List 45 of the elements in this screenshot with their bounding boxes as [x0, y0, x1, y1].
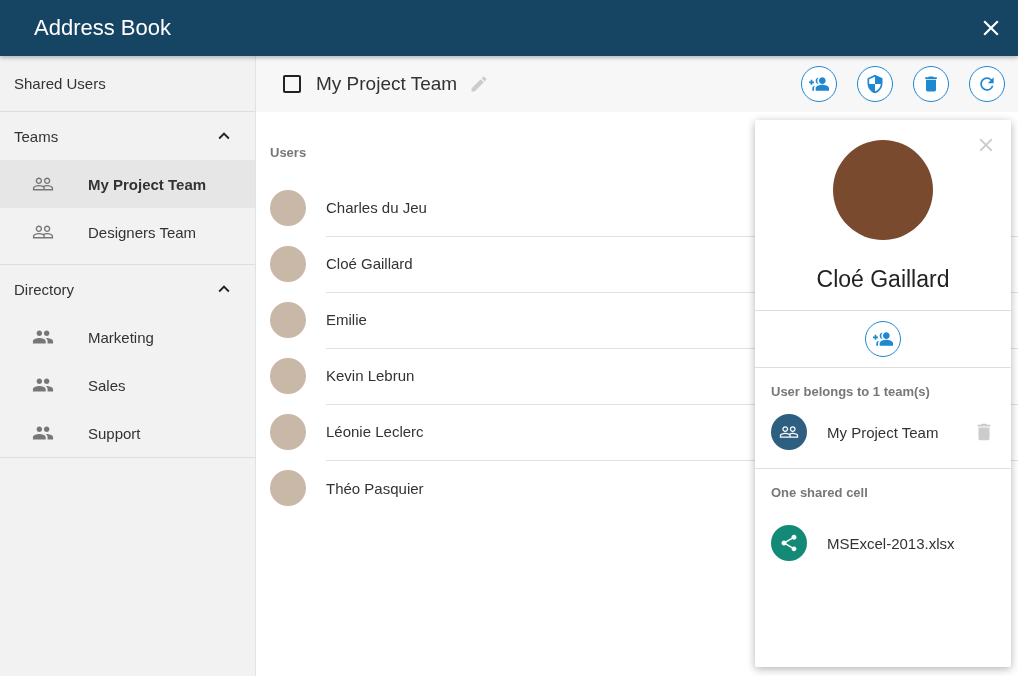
item-label: Sales: [88, 376, 126, 394]
teams-heading: User belongs to 1 team(s): [770, 383, 931, 401]
user-name[interactable]: Emilie: [326, 311, 367, 328]
checkbox[interactable]: [280, 72, 304, 96]
sidebar-item[interactable]: Support: [0, 409, 255, 457]
user-name[interactable]: Théo Pasquier: [326, 479, 424, 497]
avatar: [270, 246, 306, 282]
add-people-icon: [873, 329, 893, 349]
add-people-icon: [809, 74, 829, 94]
item-label: Designers Team: [88, 223, 197, 241]
refresh-icon: [977, 74, 997, 94]
section-title: Teams: [14, 127, 59, 145]
user-name: Cloé Gaillard: [815, 265, 951, 294]
users-heading: Users: [270, 143, 307, 162]
cell-name[interactable]: MSExcel-2013.xlsx: [827, 534, 995, 552]
user-name[interactable]: Charles du Jeu: [326, 199, 427, 216]
avatar: [270, 190, 306, 226]
delete-button[interactable]: [913, 66, 949, 102]
sidebar-item[interactable]: Designers Team: [0, 208, 255, 256]
item-label: My Project Team: [88, 175, 207, 193]
sidebar-item[interactable]: My Project Team: [0, 160, 255, 208]
item-label: Marketing: [88, 328, 154, 346]
shield-button[interactable]: [857, 66, 893, 102]
refresh-button[interactable]: [969, 66, 1005, 102]
user-name[interactable]: Cloé Gaillard: [326, 255, 413, 272]
user-name[interactable]: Kevin Lebrun: [326, 367, 415, 384]
avatar: [270, 358, 306, 394]
team-icon: [771, 414, 807, 450]
share-icon: [771, 525, 807, 561]
avatar: [270, 414, 306, 450]
team-title: My Project Team: [316, 73, 458, 95]
sidebar-item[interactable]: Shared Users: [0, 56, 255, 112]
sidebar-item[interactable]: Sales: [0, 361, 255, 409]
section-title: Directory: [14, 280, 74, 298]
cells-heading: One shared cell: [770, 484, 869, 502]
sidebar-item[interactable]: Marketing: [0, 313, 255, 361]
add-group-button[interactable]: [801, 66, 837, 102]
add-group-button[interactable]: [865, 321, 901, 357]
team-name[interactable]: My Project Team: [827, 423, 973, 441]
avatar: [270, 470, 306, 506]
user-name[interactable]: Léonie Leclerc: [326, 423, 424, 440]
avatar: [270, 302, 306, 338]
window-title: Address Book: [34, 15, 171, 41]
shield-icon: [865, 74, 885, 94]
item-label: Support: [88, 424, 141, 442]
